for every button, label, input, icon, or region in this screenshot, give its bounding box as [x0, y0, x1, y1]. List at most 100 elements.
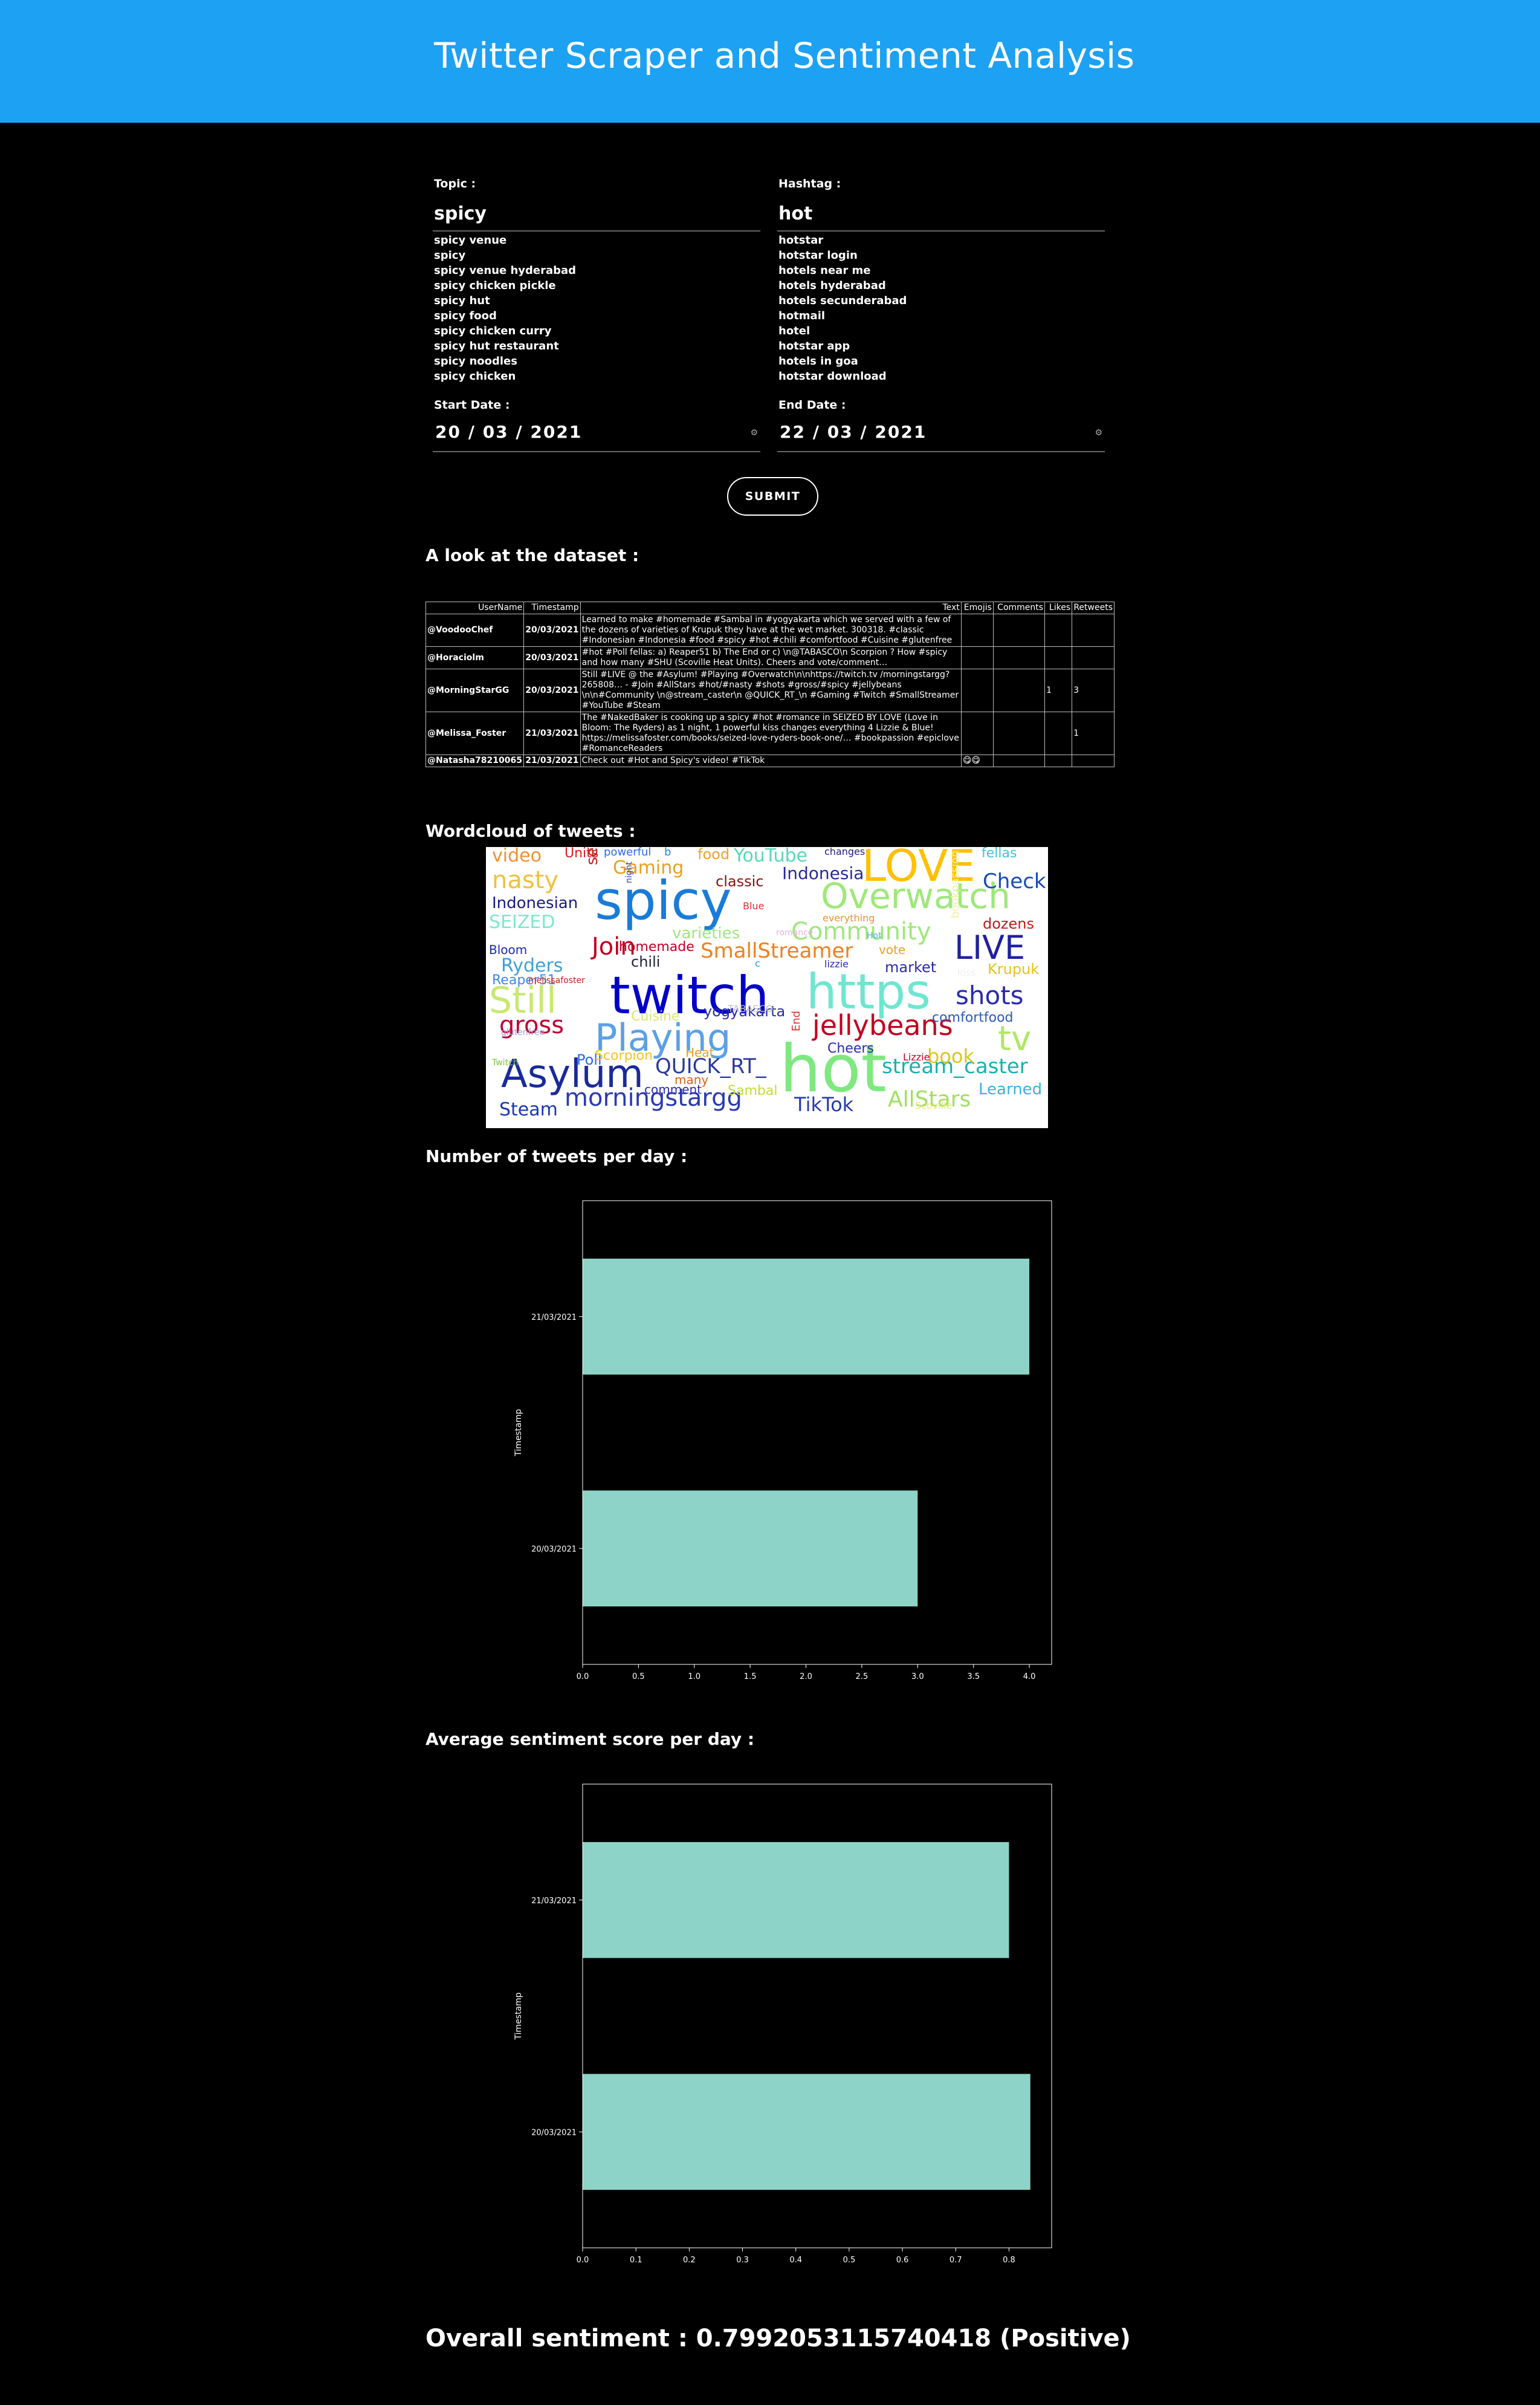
table-cell-likes: [1044, 646, 1073, 669]
suggestion-item[interactable]: hotels near me: [778, 263, 907, 278]
x-tick-label: 0.6: [896, 2256, 909, 2265]
topic-input[interactable]: [433, 196, 760, 232]
column-header: Comments: [992, 602, 1046, 614]
table-row: @Melissa_Foster 21/03/2021 The #NakedBaker…: [425, 712, 1115, 755]
wordcloud-word: nasty: [492, 866, 559, 894]
wordcloud-word: powerful: [604, 847, 652, 858]
x-tick-label: 0.8: [1003, 2256, 1015, 2265]
wordcloud-word: Cheers: [827, 1041, 874, 1056]
bar: [583, 2074, 1030, 2190]
wordcloud-title: Wordcloud of tweets :: [425, 821, 636, 841]
suggestion-item[interactable]: hotstar: [778, 233, 907, 248]
suggestion-item[interactable]: spicy chicken pickle: [434, 278, 576, 293]
wordcloud-word: book: [927, 1045, 974, 1068]
suggestion-item[interactable]: hotel: [778, 323, 907, 339]
suggestion-item[interactable]: spicy noodles: [434, 354, 576, 369]
column-header: Likes: [1044, 602, 1073, 614]
wordcloud-word: spicy: [595, 869, 732, 932]
wordcloud-word: night: [624, 861, 634, 883]
submit-button[interactable]: SUBMIT: [727, 477, 818, 516]
suggestion-item[interactable]: hotels hyderabad: [778, 278, 907, 293]
wordcloud-word: Blue: [743, 900, 765, 912]
table-cell-emojis: [960, 712, 994, 755]
x-tick-label: 0.5: [632, 1672, 645, 1681]
suggestion-item[interactable]: hotstar download: [778, 369, 907, 384]
wordcloud-word: romance: [776, 928, 814, 938]
x-tick-label: 0.0: [577, 2256, 589, 2265]
calendar-icon[interactable]: ⚙: [750, 428, 758, 438]
wordcloud-word: TABASCO: [728, 1003, 774, 1014]
wordcloud-word: melissafoster: [528, 976, 585, 985]
y-tick-label: 20/03/2021: [531, 1545, 577, 1554]
suggestion-item[interactable]: spicy: [434, 248, 576, 263]
x-tick-label: 0.1: [630, 2256, 642, 2265]
table-cell-retweets: 1: [1072, 712, 1115, 755]
column-header: Timestamp: [523, 602, 581, 614]
table-cell-text: Still #LIVE @ the #Asylum! #Playing #Ove…: [580, 669, 962, 712]
wordcloud-word: served: [583, 847, 601, 865]
table-row: @MorningStarGG 20/03/2021 Still #LIVE @ th…: [425, 669, 1115, 712]
table-cell-ts: 21/03/2021: [523, 755, 581, 767]
column-header: UserName: [425, 602, 525, 614]
start-date-value: 20 / 03 / 2021: [435, 422, 583, 442]
wordcloud-word: dozens: [983, 915, 1034, 932]
wordcloud-word: b: [664, 847, 671, 858]
x-tick-label: 1.5: [744, 1672, 757, 1681]
table-cell-emojis: [960, 614, 994, 647]
wordcloud-word: shots: [956, 981, 1024, 1010]
end-date-label: End Date :: [778, 398, 846, 412]
wordcloud-word: End: [790, 1010, 803, 1031]
suggestion-item[interactable]: hotstar app: [778, 339, 907, 354]
y-axis-label: Timestamp: [514, 1409, 523, 1456]
table-cell-likes: [1044, 614, 1073, 647]
wordcloud-word: Scoville: [915, 1100, 953, 1111]
suggestion-item[interactable]: spicy chicken curry: [434, 323, 576, 339]
suggestion-item[interactable]: hotstar login: [778, 248, 907, 263]
suggestion-item[interactable]: spicy venue: [434, 233, 576, 248]
column-header: Text: [580, 602, 962, 614]
table-cell-user: @MorningStarGG: [425, 669, 525, 712]
bar: [583, 1842, 1009, 1958]
end-date-value: 22 / 03 / 2021: [780, 422, 927, 442]
dataset-title: A look at the dataset :: [425, 545, 639, 565]
x-tick-label: 0.7: [950, 2256, 962, 2265]
hashtag-input[interactable]: [777, 196, 1105, 232]
tweets-chart-title: Number of tweets per day :: [425, 1146, 688, 1166]
wordcloud-word: Heat: [685, 1045, 714, 1060]
suggestion-item[interactable]: spicy food: [434, 308, 576, 323]
table-cell-retweets: [1072, 614, 1115, 647]
suggestion-item[interactable]: spicy hut: [434, 293, 576, 308]
x-tick-label: 0.4: [789, 2256, 802, 2265]
table-cell-text: The #NakedBaker is cooking up a spicy #h…: [580, 712, 962, 755]
suggestion-item[interactable]: spicy venue hyderabad: [434, 263, 576, 278]
suggestion-item[interactable]: hotels secunderabad: [778, 293, 907, 308]
table-cell-emojis: [960, 646, 994, 669]
calendar-icon[interactable]: ⚙: [1095, 428, 1102, 438]
wordcloud-word: glutenfree: [501, 1028, 545, 1037]
overall-sentiment: Overall sentiment : 0.7992053115740418 (…: [425, 2325, 1131, 2352]
x-tick-label: 0.0: [577, 1672, 589, 1681]
wordcloud-word: Indonesian: [492, 894, 578, 912]
start-date-label: Start Date :: [434, 398, 510, 412]
wordcloud-word: changes: [824, 847, 865, 857]
wordcloud-word: Indonesia: [782, 863, 864, 883]
wordcloud-word: tv: [998, 1019, 1032, 1059]
suggestion-item[interactable]: hotels in goa: [778, 354, 907, 369]
table-cell-comments: [992, 712, 1046, 755]
end-date-input[interactable]: 22 / 03 / 2021 ⚙: [777, 417, 1105, 452]
suggestion-item[interactable]: spicy chicken: [434, 369, 576, 384]
table-cell-retweets: 3: [1072, 669, 1115, 712]
hashtag-label: Hashtag :: [778, 177, 841, 190]
suggestion-item[interactable]: spicy hut restaurant: [434, 339, 576, 354]
start-date-input[interactable]: 20 / 03 / 2021 ⚙: [433, 417, 760, 452]
bar: [583, 1258, 1030, 1375]
column-header: Retweets: [1072, 602, 1115, 614]
wordcloud-word: classic: [716, 873, 764, 890]
wordcloud-word: comfortfood: [932, 1010, 1014, 1025]
wordcloud-word: kiss: [957, 967, 976, 978]
wordcloud-word: homemade: [619, 940, 694, 955]
wordcloud-word: c: [755, 958, 760, 969]
wordcloud-word: Check: [983, 869, 1046, 894]
table-header-row: UserName Timestamp Text Emojis Comments …: [425, 602, 1115, 614]
suggestion-item[interactable]: hotmail: [778, 308, 907, 323]
